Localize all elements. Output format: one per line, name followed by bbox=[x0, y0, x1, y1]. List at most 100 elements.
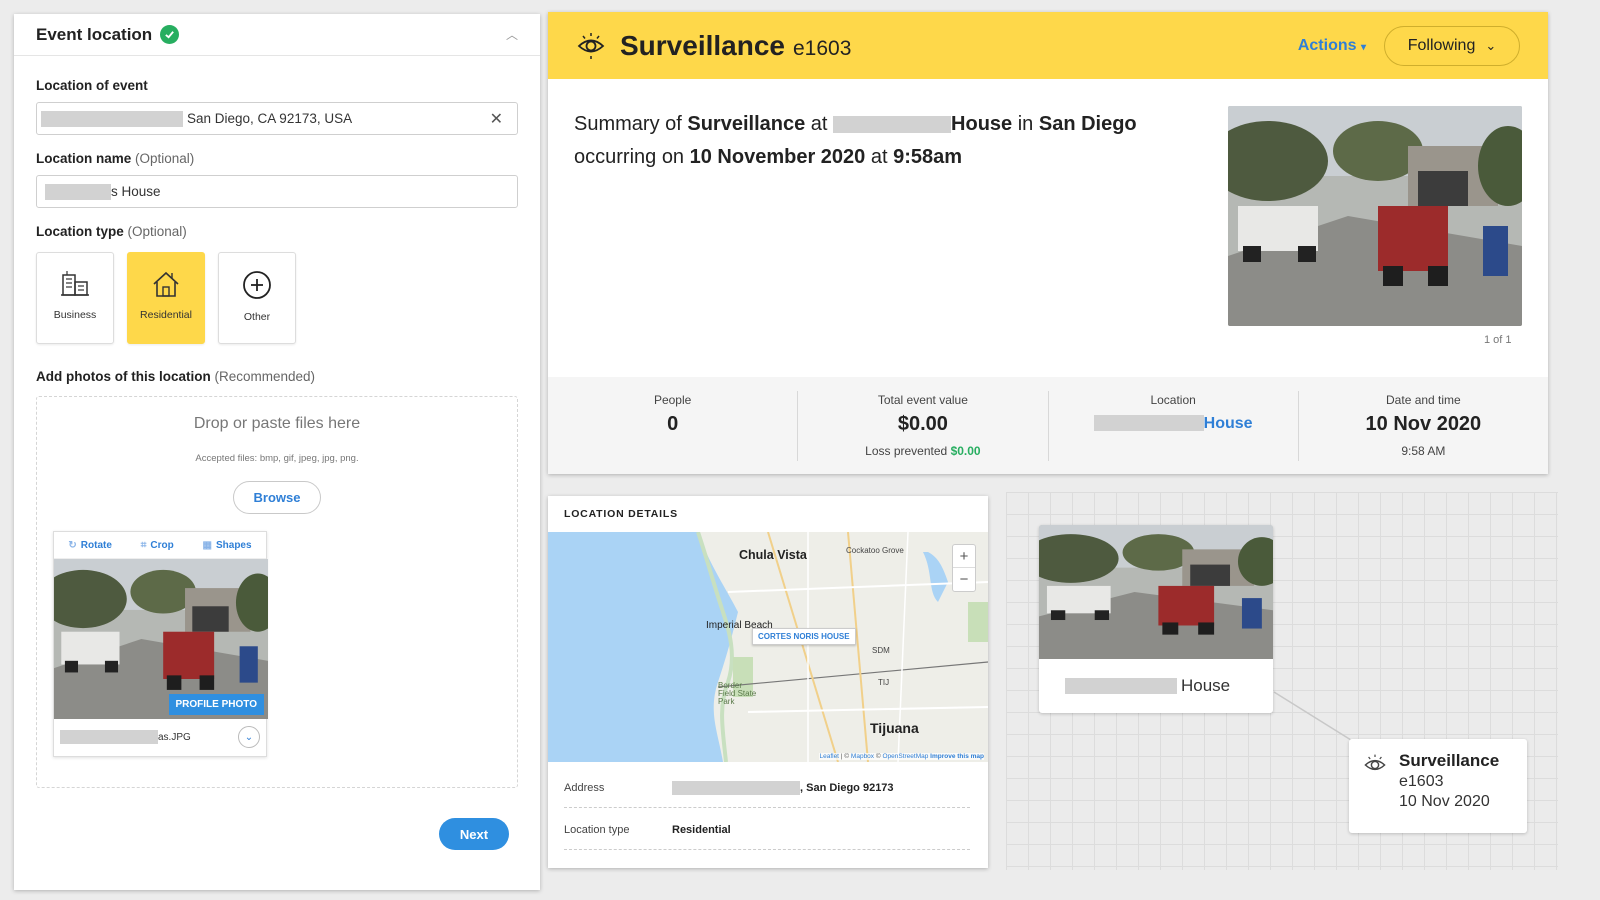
rotate-button[interactable]: ↻ Rotate bbox=[68, 540, 112, 551]
stat-value: Total event value $0.00 Loss prevented $… bbox=[798, 390, 1049, 461]
attribution-separator: © bbox=[875, 753, 881, 760]
osm-link[interactable]: OpenStreetMap bbox=[882, 753, 928, 760]
house-icon bbox=[153, 271, 179, 297]
loss-prevented: Loss prevented $0.00 bbox=[798, 444, 1047, 458]
chevron-down-icon[interactable]: ⌄ bbox=[238, 726, 260, 748]
actions-label: Actions bbox=[1297, 36, 1357, 54]
optional-text: (Optional) bbox=[127, 224, 187, 239]
map-label-tijuana: Tijuana bbox=[870, 720, 919, 736]
stat-people-value: 0 bbox=[667, 412, 679, 435]
type-other-card[interactable]: Other bbox=[218, 252, 296, 344]
stat-location: Location House bbox=[1049, 390, 1299, 461]
graph-event-type: Surveillance bbox=[1399, 751, 1500, 770]
graph-node-caption: House bbox=[1039, 659, 1273, 713]
clear-icon[interactable]: ✕ bbox=[490, 109, 503, 129]
crop-icon: ⌗ bbox=[140, 539, 147, 551]
type-residential-card[interactable]: Residential bbox=[127, 252, 205, 344]
recommended-text: (Recommended) bbox=[214, 369, 316, 384]
map-label-tij: TIJ bbox=[878, 678, 890, 687]
summary-location-photo[interactable] bbox=[1228, 106, 1522, 326]
shapes-icon: ▦ bbox=[202, 539, 212, 551]
event-summary-panel: Surveillance e1603 Actions ▾ Following ⌄ … bbox=[548, 12, 1548, 474]
graph-node-event[interactable]: Surveillance e1603 10 Nov 2020 bbox=[1349, 739, 1527, 833]
stats-bar: People 0 Total event value $0.00 Loss pr… bbox=[548, 377, 1548, 474]
next-button[interactable]: Next bbox=[439, 818, 509, 850]
type-business-card[interactable]: Business bbox=[36, 252, 114, 344]
stat-people: People 0 bbox=[548, 390, 799, 461]
building-icon bbox=[61, 271, 89, 296]
link-graph-panel[interactable]: House Surveillance e1603 10 Nov 2020 bbox=[1006, 492, 1558, 870]
event-id: e1603 bbox=[792, 36, 852, 60]
location-of-event-field[interactable]: San Diego, CA 92173, USA ✕ bbox=[36, 102, 518, 135]
rotate-label: Rotate bbox=[80, 539, 112, 551]
drop-title: Drop or paste files here bbox=[193, 415, 361, 432]
photo-dropzone[interactable]: Drop or paste files here Accepted files:… bbox=[36, 396, 518, 788]
summary-in: in bbox=[1017, 113, 1034, 135]
loss-prevented-value: $0.00 bbox=[950, 443, 981, 458]
photo-card: ↻ Rotate ⌗ Crop ▦ Shapes PROFILE PHOTO a… bbox=[53, 531, 268, 757]
location-type-row: Location type Residential bbox=[564, 810, 970, 850]
shapes-label: Shapes bbox=[215, 539, 252, 551]
location-type-row-value: Residential bbox=[672, 823, 731, 836]
map-label-border-field: Border Field State Park bbox=[718, 681, 757, 706]
map-label-sdm: SDM bbox=[872, 646, 890, 655]
redacted-text bbox=[1093, 415, 1204, 432]
location-name-value: s House bbox=[111, 184, 161, 199]
stat-value-label: Total event value bbox=[877, 392, 968, 407]
chevron-up-icon[interactable]: ︿ bbox=[506, 26, 518, 43]
location-map[interactable]: Chula Vista Cockatoo Grove Imperial Beac… bbox=[548, 532, 988, 762]
summary-type: Surveillance bbox=[687, 113, 806, 135]
street-photo bbox=[1039, 525, 1273, 659]
graph-node-location[interactable]: House bbox=[1039, 525, 1273, 713]
street-photo bbox=[1228, 106, 1522, 326]
graph-location-caption: House bbox=[1181, 676, 1231, 695]
actions-dropdown[interactable]: Actions ▾ bbox=[1298, 37, 1366, 55]
location-name-label: Location name (Optional) bbox=[36, 151, 194, 166]
photo-toolbar: ↻ Rotate ⌗ Crop ▦ Shapes bbox=[54, 532, 266, 559]
crop-button[interactable]: ⌗ Crop bbox=[141, 540, 174, 551]
map-label-chula-vista: Chula Vista bbox=[739, 548, 807, 562]
improve-map-link[interactable]: Improve this map bbox=[930, 753, 984, 760]
type-residential-label: Residential bbox=[140, 309, 192, 321]
location-photo-thumbnail[interactable]: PROFILE PHOTO bbox=[54, 559, 268, 719]
stat-people-label: People bbox=[653, 392, 692, 407]
panel-title: Event location bbox=[36, 24, 153, 44]
plus-circle-icon bbox=[243, 271, 271, 299]
stat-datetime: Date and time 10 Nov 2020 9:58 AM bbox=[1299, 391, 1548, 461]
redacted-text bbox=[41, 110, 183, 127]
caret-down-icon: ▾ bbox=[1360, 41, 1366, 53]
redacted-text bbox=[1065, 678, 1177, 694]
zoom-in-button[interactable]: + bbox=[953, 545, 975, 568]
browse-button[interactable]: Browse bbox=[233, 481, 321, 514]
shapes-button[interactable]: ▦ Shapes bbox=[203, 540, 252, 551]
location-of-event-label: Location of event bbox=[36, 78, 148, 93]
following-button[interactable]: Following ⌄ bbox=[1384, 25, 1520, 66]
accepted-files-text: Accepted files: bmp, gif, jpeg, jpg, png… bbox=[195, 453, 359, 464]
map-pin-label[interactable]: CORTES NORIS HOUSE bbox=[752, 628, 856, 645]
summary-city: San Diego bbox=[1038, 113, 1137, 135]
stat-time-value: 9:58 AM bbox=[1401, 443, 1446, 458]
mapbox-link[interactable]: Mapbox bbox=[851, 753, 874, 760]
photo-pager: 1 of 1 bbox=[1484, 334, 1512, 346]
location-name-field[interactable]: s House bbox=[36, 175, 518, 208]
type-other-label: Other bbox=[243, 311, 271, 323]
location-details-panel: LOCATION DETAILS Chula Vista Cockatoo Gr… bbox=[548, 496, 988, 868]
leaflet-link[interactable]: Leaflet bbox=[819, 753, 839, 760]
address-label: Address bbox=[564, 781, 605, 794]
redacted-text bbox=[60, 730, 158, 744]
add-photos-label-text: Add photos of this location bbox=[36, 369, 211, 384]
stat-date-value: 10 Nov 2020 bbox=[1365, 412, 1482, 435]
stat-location-label: Location bbox=[1150, 392, 1196, 407]
location-value: San Diego, CA 92173, USA bbox=[187, 111, 353, 126]
file-name: as.JPG bbox=[158, 731, 191, 743]
redacted-text bbox=[45, 183, 111, 200]
summary-at2: at bbox=[870, 146, 888, 168]
stat-location-link[interactable]: House bbox=[1049, 415, 1298, 433]
zoom-out-button[interactable]: − bbox=[953, 568, 975, 591]
stat-location-value: House bbox=[1203, 414, 1253, 432]
summary-at: at bbox=[810, 113, 828, 135]
loss-prevented-label: Loss prevented bbox=[865, 443, 948, 458]
summary-date: 10 November 2020 bbox=[689, 146, 866, 168]
event-location-panel: Event location ︿ Location of event San D… bbox=[14, 14, 540, 890]
event-location-header[interactable]: Event location ︿ bbox=[14, 14, 540, 56]
